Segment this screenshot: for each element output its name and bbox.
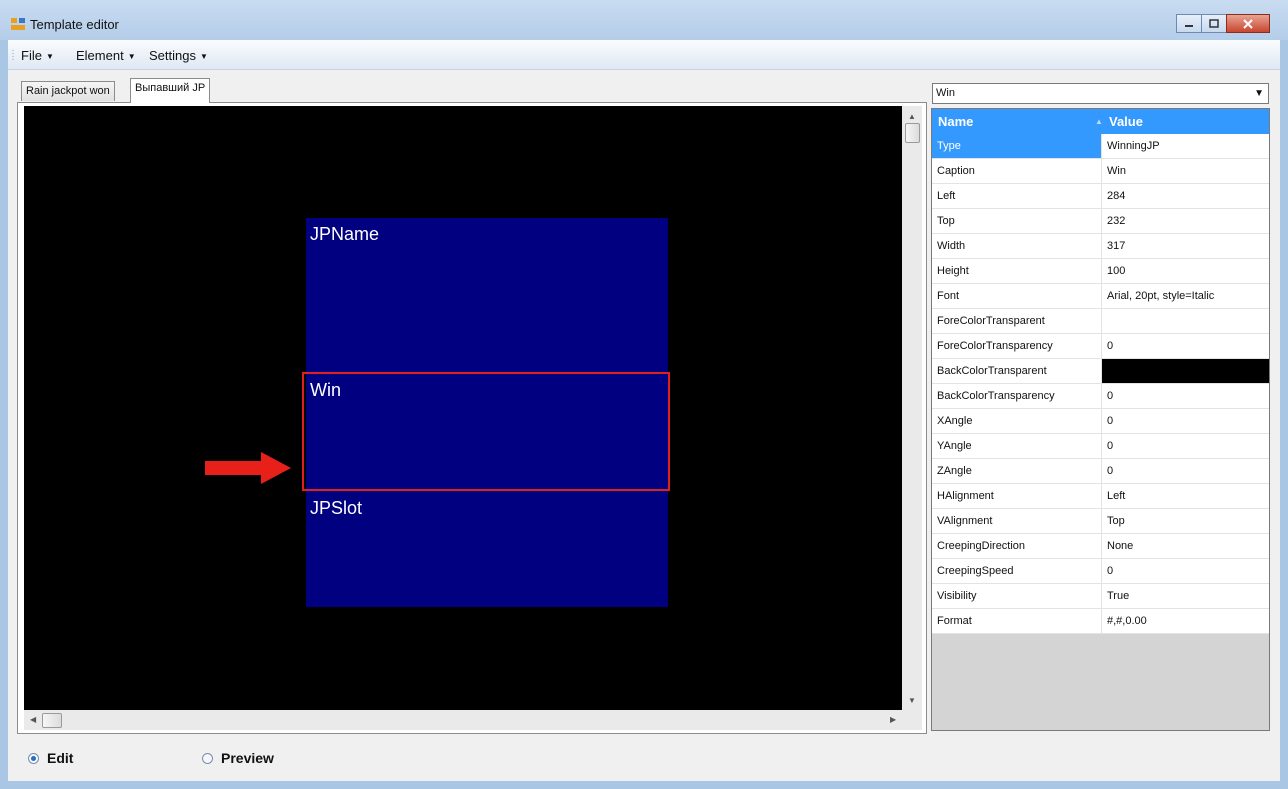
menu-element[interactable]: Element ▼ [76, 48, 136, 63]
horizontal-scroll-thumb[interactable] [42, 713, 62, 728]
element-caption: JPName [310, 224, 380, 244]
menu-bar: File ▼ Element ▼ Settings ▼ [8, 40, 1280, 70]
color-swatch[interactable] [1102, 359, 1269, 383]
dropdown-arrow-icon: ▼ [45, 52, 54, 61]
maximize-button[interactable] [1201, 14, 1227, 33]
property-row[interactable]: YAngle 0 [932, 434, 1269, 459]
header-name[interactable]: Name [938, 114, 973, 129]
template-canvas[interactable]: JPName Win JPSlot [24, 106, 902, 710]
title-bar[interactable]: Template editor [0, 0, 1288, 40]
vertical-scrollbar[interactable]: ▲ ▼ [902, 106, 922, 710]
property-row[interactable]: BackColorTransparency 0 [932, 384, 1269, 409]
property-row[interactable]: Height 100 [932, 259, 1269, 284]
app-window: Template editor File ▼ Element ▼ Settings ▼… [0, 0, 1288, 789]
scroll-right-icon[interactable]: ▶ [890, 715, 896, 724]
property-row[interactable]: Top 232 [932, 209, 1269, 234]
dropdown-arrow-icon: ▼ [199, 52, 208, 61]
property-row[interactable]: Width 317 [932, 234, 1269, 259]
window-title: Template editor [30, 17, 119, 32]
horizontal-scrollbar[interactable]: ◀ ▶ [24, 710, 902, 730]
app-icon [11, 18, 25, 30]
element-jpname[interactable]: JPName [306, 218, 668, 368]
element-caption: JPSlot [310, 498, 363, 518]
property-row[interactable]: HAlignment Left [932, 484, 1269, 509]
property-row[interactable]: Format #,#,0.00 [932, 609, 1269, 634]
caption-buttons [1176, 14, 1270, 34]
property-row[interactable]: CreepingSpeed 0 [932, 559, 1269, 584]
property-row[interactable]: ForeColorTransparency 0 [932, 334, 1269, 359]
property-grid: Name ▲ Value Type WinningJP Caption Win Le… [931, 108, 1270, 731]
property-row[interactable]: CreepingDirection None [932, 534, 1269, 559]
element-selector-combo[interactable]: Win ▼ [932, 83, 1269, 104]
menu-file[interactable]: File ▼ [21, 48, 54, 63]
minimize-icon [1185, 24, 1193, 27]
scrollbar-corner [902, 710, 922, 730]
scroll-down-icon[interactable]: ▼ [908, 696, 916, 705]
property-row[interactable]: Type WinningJP [932, 134, 1269, 159]
red-arrow-icon [205, 452, 291, 484]
property-grid-header: Name ▲ Value [932, 109, 1269, 134]
dropdown-arrow-icon: ▼ [127, 52, 136, 61]
radio-unchecked-icon [202, 752, 213, 764]
property-row[interactable]: Visibility True [932, 584, 1269, 609]
tab-vypavshiy-jp[interactable]: Выпавший JP [130, 78, 211, 103]
tab-rain-jackpot-won[interactable]: Rain jackpot won [21, 81, 115, 101]
element-jpslot[interactable]: JPSlot [306, 492, 668, 606]
preview-radio[interactable]: Preview [202, 750, 274, 766]
header-value[interactable]: Value [1109, 114, 1143, 129]
scroll-left-icon[interactable]: ◀ [30, 715, 36, 724]
close-button[interactable] [1226, 14, 1270, 33]
property-row[interactable]: XAngle 0 [932, 409, 1269, 434]
chevron-down-icon[interactable]: ▼ [1254, 84, 1264, 103]
property-row[interactable]: VAlignment Top [932, 509, 1269, 534]
edit-radio[interactable]: Edit [28, 750, 73, 766]
minimize-button[interactable] [1176, 14, 1202, 33]
sort-asc-icon: ▲ [1095, 117, 1103, 126]
menu-settings[interactable]: Settings ▼ [149, 48, 208, 63]
property-row[interactable]: Left 284 [932, 184, 1269, 209]
vertical-scroll-thumb[interactable] [905, 123, 920, 143]
property-row[interactable]: Caption Win [932, 159, 1269, 184]
scroll-up-icon[interactable]: ▲ [908, 112, 916, 121]
property-row[interactable]: ForeColorTransparent [932, 309, 1269, 334]
property-row[interactable]: ZAngle 0 [932, 459, 1269, 484]
property-row[interactable]: Font Arial, 20pt, style=Italic [932, 284, 1269, 309]
selection-rectangle [302, 372, 670, 491]
property-row[interactable]: BackColorTransparent [932, 359, 1269, 384]
close-icon [1243, 18, 1253, 29]
radio-checked-icon [28, 752, 39, 764]
toolbar-grip [12, 49, 14, 61]
maximize-icon [1209, 19, 1219, 28]
